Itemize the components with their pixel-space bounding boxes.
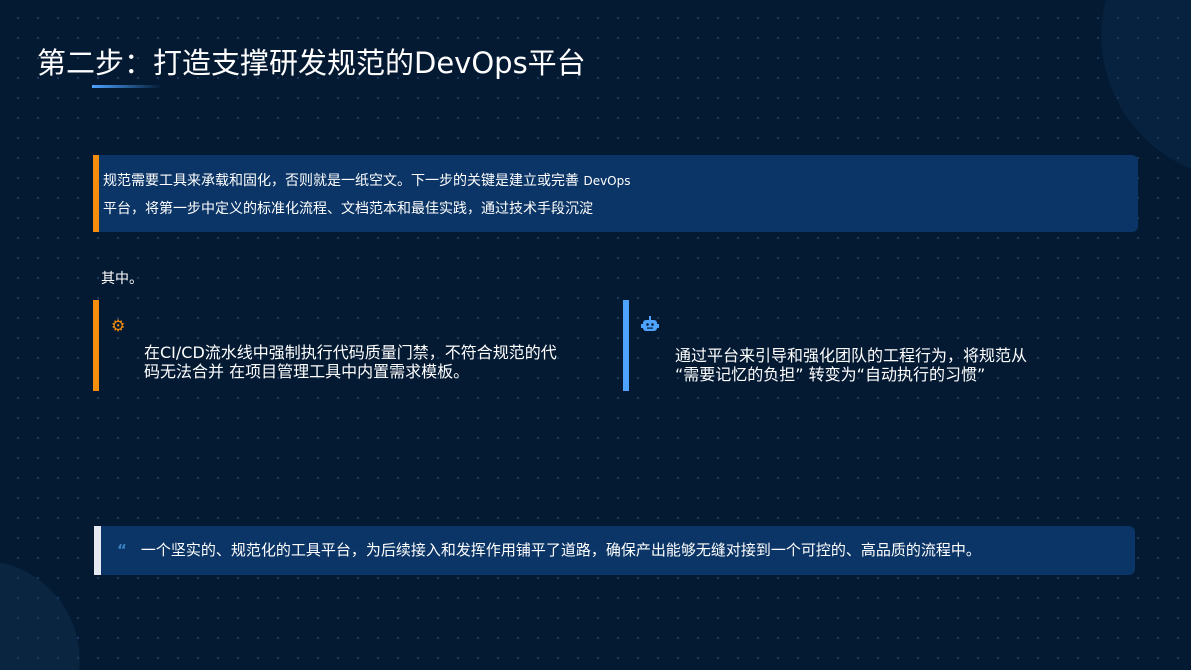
- quote-icon: “: [117, 541, 127, 559]
- card-line: “需要记忆的负担” 转变为“自动执行的习惯”: [675, 365, 986, 384]
- intro-line2: 平台，将第一步中定义的标准化流程、文档范本和最佳实践，通过技术手段沉淀: [103, 201, 593, 217]
- card-platform: 通过平台来引导和强化团队的工程行为，将规范从 “需要记忆的负担” 转变为“自动执…: [623, 300, 1123, 391]
- intro-box: 规范需要工具来承载和固化，否则就是一纸空文。下一步的关键是建立或完善 DevOp…: [93, 155, 1138, 232]
- quote-text: 一个坚实的、规范化的工具平台，为后续接入和发挥作用铺平了道路，确保产出能够无缝对…: [140, 541, 981, 559]
- card-ci: ⚙ 在CI/CD流水线中强制执行代码质量门禁，不符合规范的代 码无法合并 在项目…: [93, 300, 593, 391]
- gears-icon: ⚙: [111, 316, 126, 335]
- intro-tag: DevOps: [583, 174, 631, 188]
- page-title: 第二步：打造支撑研发规范的DevOps平台: [37, 46, 586, 80]
- intro-line1: 规范需要工具来承载和固化，否则就是一纸空文。下一步的关键是建立或完善: [103, 173, 579, 189]
- card-line: 通过平台来引导和强化团队的工程行为，将规范从: [675, 346, 1028, 365]
- card-line: 码无法合并 在项目管理工具中内置需求模板。: [144, 362, 470, 381]
- title-underline: [92, 85, 162, 88]
- card-line: 在CI/CD流水线中强制执行代码质量门禁，不符合规范的代: [144, 343, 557, 362]
- quote-box: “ 一个坚实的、规范化的工具平台，为后续接入和发挥作用铺平了道路，确保产出能够无缝…: [94, 526, 1135, 575]
- note-text: 其中。: [101, 271, 143, 287]
- robot-icon: [641, 316, 659, 336]
